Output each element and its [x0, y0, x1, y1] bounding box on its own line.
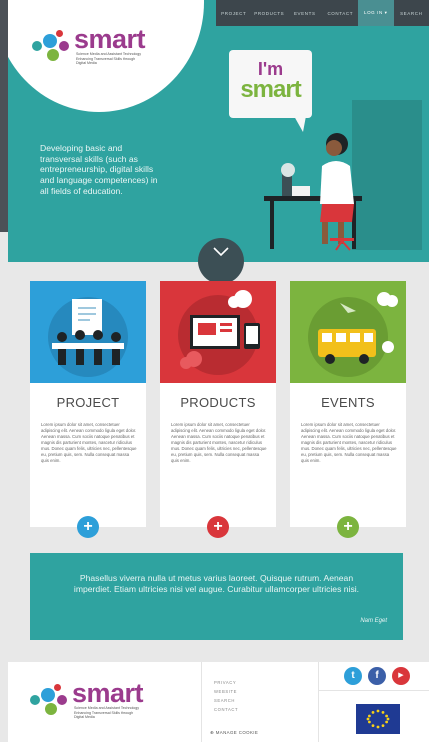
card-products-title: PRODUCTS — [180, 395, 256, 410]
logo-subtitle-line: Digital Media — [74, 715, 95, 720]
top-nav: Project Products Events Contact Log in ▾… — [216, 0, 429, 26]
devices-icon — [178, 290, 260, 375]
login-dropdown[interactable]: Log in ▾ — [358, 0, 394, 26]
chevron-down-icon — [213, 247, 229, 257]
social-divider — [318, 690, 429, 691]
card-products-body: Lorem ipsum dolor sit amet, consectetuer… — [171, 422, 267, 463]
card-products: PRODUCTS Lorem ipsum dolor sit amet, con… — [160, 281, 276, 527]
card-events-image — [290, 281, 406, 383]
facebook-icon[interactable]: f — [368, 667, 386, 685]
student-illustration — [264, 133, 362, 251]
bubble-tail — [294, 116, 306, 132]
hero-tagline: Developing basic and transversal skills … — [40, 143, 158, 196]
products-more-button[interactable]: + — [207, 516, 229, 538]
logo-mark-icon — [30, 682, 70, 722]
footer-logo-subtitle: Science Media and Assistant Technology E… — [74, 706, 194, 720]
card-project-title: PROJECT — [56, 395, 120, 410]
logo-subtitle: Science Media and Assistant Technology E… — [76, 52, 196, 66]
nav-item-events[interactable]: Events — [287, 11, 323, 16]
testimonial-quote: Phasellus viverra nulla ut metus varius … — [30, 553, 403, 640]
hero-banner: smart Science Media and Assistant Techno… — [8, 0, 429, 262]
bubble-line-2: smart — [240, 76, 301, 103]
footer-divider — [318, 662, 319, 742]
footer-link-privacy[interactable]: Privacy — [214, 678, 238, 687]
im-smart-bubble: I'm smart — [229, 50, 312, 118]
manage-cookie-link[interactable]: ⊕ Manage cookie — [210, 730, 258, 736]
site-logo[interactable]: smart Science Media and Assistant Techno… — [32, 26, 196, 68]
quote-author: Nam Eget — [360, 618, 387, 624]
eu-flag-icon — [356, 704, 400, 734]
logo-subtitle-line: Digital Media — [76, 61, 97, 66]
footer-links: Privacy Website Search Contact — [214, 678, 238, 714]
logo-word-text: smart — [74, 24, 146, 54]
nav-item-project[interactable]: Project — [216, 11, 252, 16]
footer-link-contact[interactable]: Contact — [214, 705, 238, 714]
youtube-icon[interactable]: ▶ — [392, 667, 410, 685]
footer-divider — [201, 662, 202, 742]
logo-mark-icon — [32, 28, 72, 68]
search-link[interactable]: Search — [394, 11, 429, 16]
hero-gap — [0, 232, 8, 262]
quote-text: Phasellus viverra nulla ut metus varius … — [73, 573, 360, 594]
footer-link-website[interactable]: Website — [214, 687, 238, 696]
card-project-image — [30, 281, 146, 383]
card-products-image — [160, 281, 276, 383]
footer-link-search[interactable]: Search — [214, 696, 238, 705]
scroll-down-button[interactable] — [198, 238, 244, 284]
nav-item-products[interactable]: Products — [252, 11, 288, 16]
project-more-button[interactable]: + — [77, 516, 99, 538]
logo-wordmark: smart — [74, 26, 196, 53]
events-more-button[interactable]: + — [337, 516, 359, 538]
footer-logo-wordmark: smart — [72, 678, 144, 708]
card-events-title: EVENTS — [321, 395, 375, 410]
meeting-icon — [48, 297, 128, 377]
footer-logo[interactable]: smart Science Media and Assistant Techno… — [30, 678, 194, 722]
bus-icon — [308, 292, 398, 377]
card-project-body: Lorem ipsum dolor sit amet, consectetuer… — [41, 422, 137, 463]
card-events: EVENTS Lorem ipsum dolor sit amet, conse… — [290, 281, 406, 527]
card-project: PROJECT Lorem ipsum dolor sit amet, cons… — [30, 281, 146, 527]
twitter-icon[interactable]: t — [344, 667, 362, 685]
card-events-body: Lorem ipsum dolor sit amet, consectetuer… — [301, 422, 397, 463]
nav-item-contact[interactable]: Contact — [323, 11, 359, 16]
